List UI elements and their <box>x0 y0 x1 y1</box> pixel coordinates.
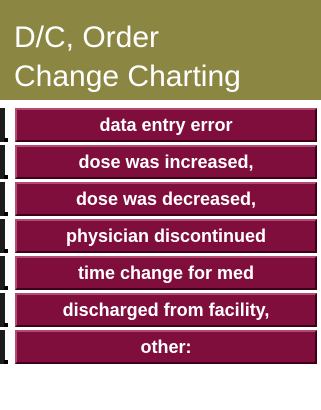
row-marker <box>0 256 8 290</box>
option-row: physician discontinued <box>0 219 321 255</box>
dose-increased-button[interactable]: dose was increased, <box>15 145 317 179</box>
row-marker <box>0 293 8 327</box>
option-row: discharged from facility, <box>0 293 321 329</box>
option-row: dose was increased, <box>0 145 321 181</box>
row-marker <box>0 330 8 364</box>
data-entry-error-button[interactable]: data entry error <box>15 108 317 142</box>
row-marker <box>0 108 8 142</box>
option-row: data entry error <box>0 108 321 144</box>
panel-header: D/C, Order Change Charting <box>0 0 321 100</box>
dose-decreased-button[interactable]: dose was decreased, <box>15 182 317 216</box>
other-button[interactable]: other: <box>15 330 317 364</box>
time-change-for-med-button[interactable]: time change for med <box>15 256 317 290</box>
discharged-from-facility-button[interactable]: discharged from facility, <box>15 293 317 327</box>
option-row: other: <box>0 330 321 366</box>
row-marker <box>0 182 8 216</box>
panel-title-line-1: D/C, Order <box>14 21 160 54</box>
row-marker <box>0 145 8 179</box>
option-row: time change for med <box>0 256 321 292</box>
physician-discontinued-button[interactable]: physician discontinued <box>15 219 317 253</box>
panel-title-line-2: Change Charting <box>14 60 241 93</box>
row-marker <box>0 219 8 253</box>
dc-order-change-panel: D/C, Order Change Charting data entry er… <box>0 0 321 410</box>
option-row: dose was decreased, <box>0 182 321 218</box>
